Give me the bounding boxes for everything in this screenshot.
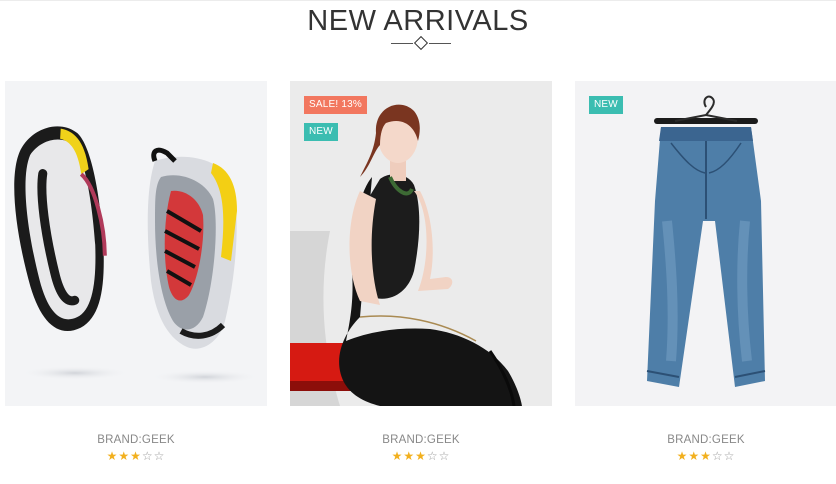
product-card[interactable]: BRAND:GEEK ★★★☆☆ — [5, 81, 267, 463]
new-arrivals-section: NEW ARRIVALS BRAND:GEEK ★★★☆☆ SALE! 13% … — [0, 0, 836, 484]
top-divider — [0, 0, 836, 1]
product-card[interactable]: NEW BRAND:GEEK ★★★☆☆ — [575, 81, 836, 463]
star-filled-icon: ★ — [130, 449, 142, 463]
jeans-image — [646, 95, 766, 387]
product-card[interactable]: SALE! 13% NEW BRAND:GEEK ★★★☆☆ — [290, 81, 552, 463]
star-empty-icon: ☆ — [438, 449, 451, 463]
star-filled-icon: ★ — [415, 449, 427, 463]
star-empty-icon: ☆ — [723, 449, 736, 463]
sneakers-image — [14, 126, 260, 384]
title-ornament — [391, 35, 451, 51]
star-filled-icon: ★ — [676, 449, 689, 463]
product-image[interactable]: SALE! 13% NEW — [290, 81, 552, 406]
star-empty-icon: ☆ — [711, 449, 724, 463]
star-empty-icon: ☆ — [141, 449, 154, 463]
product-brand[interactable]: BRAND:GEEK — [290, 434, 552, 446]
star-filled-icon: ★ — [403, 449, 416, 463]
star-empty-icon: ☆ — [426, 449, 439, 463]
section-title: NEW ARRIVALS — [307, 5, 529, 37]
star-rating: ★★★☆☆ — [575, 449, 836, 463]
star-rating: ★★★☆☆ — [290, 449, 552, 463]
sale-badge: SALE! 13% — [304, 96, 367, 114]
new-badge: NEW — [589, 96, 623, 114]
ornament-line-left — [391, 43, 413, 44]
star-filled-icon: ★ — [118, 449, 131, 463]
product-image[interactable] — [5, 81, 267, 406]
product-image[interactable]: NEW — [575, 81, 836, 406]
star-empty-icon: ☆ — [153, 449, 166, 463]
star-filled-icon: ★ — [700, 449, 712, 463]
star-filled-icon: ★ — [688, 449, 701, 463]
diamond-icon — [413, 35, 429, 51]
new-badge: NEW — [304, 123, 338, 141]
star-rating: ★★★☆☆ — [5, 449, 267, 463]
ornament-line-right — [429, 43, 451, 44]
star-filled-icon: ★ — [106, 449, 119, 463]
product-brand[interactable]: BRAND:GEEK — [575, 434, 836, 446]
product-brand[interactable]: BRAND:GEEK — [5, 434, 267, 446]
star-filled-icon: ★ — [391, 449, 404, 463]
